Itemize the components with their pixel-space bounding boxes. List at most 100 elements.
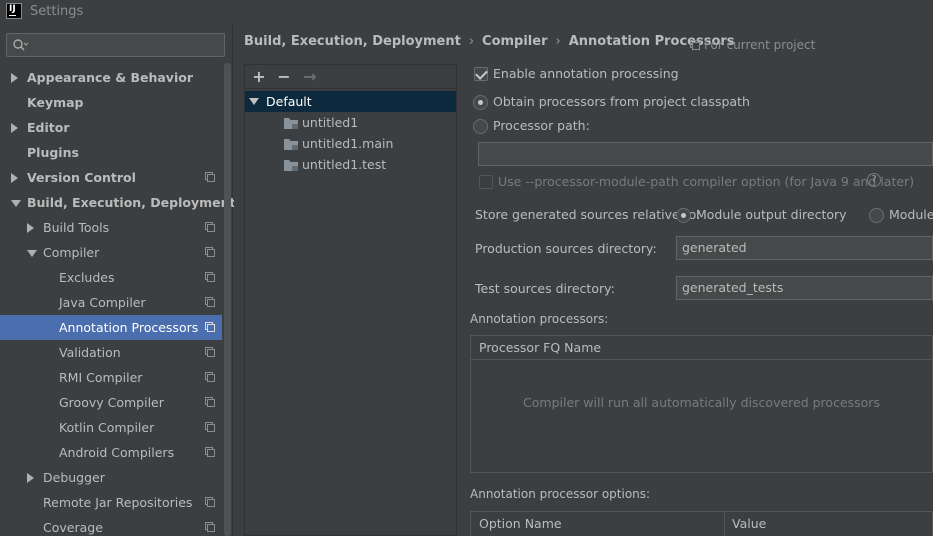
- sidebar-item-label: Java Compiler: [59, 295, 146, 310]
- production-dir-label: Production sources directory:: [475, 241, 657, 256]
- module-content-radio[interactable]: [869, 208, 884, 223]
- annotation-settings-form: Enable annotation processing Obtain proc…: [470, 64, 933, 536]
- sidebar-item-label: Build Tools: [43, 220, 110, 235]
- breadcrumb-item[interactable]: Compiler: [482, 34, 547, 49]
- add-profile-button[interactable]: +: [249, 67, 269, 87]
- test-dir-input[interactable]: generated_tests: [676, 276, 933, 300]
- store-relative-label: Store generated sources relative to:: [475, 207, 701, 222]
- sidebar-item[interactable]: Coverage: [0, 515, 222, 536]
- sidebar-scrollbar[interactable]: [224, 63, 231, 536]
- profile-module-label: untitled1.main: [302, 136, 394, 151]
- profile-module-item[interactable]: untitled1: [245, 112, 456, 133]
- sidebar-item[interactable]: Groovy Compiler: [0, 390, 222, 415]
- options-table[interactable]: Option Name Value: [470, 511, 933, 536]
- help-icon[interactable]: ?: [867, 173, 881, 187]
- sidebar-item[interactable]: Annotation Processors: [0, 315, 222, 340]
- profiles-list: Default untitled1 untitled1.main untitled1…: [245, 91, 456, 175]
- module-path-checkbox[interactable]: [479, 175, 493, 189]
- sidebar-item-label: Groovy Compiler: [59, 395, 164, 410]
- scope-indicator: For current project: [690, 38, 815, 52]
- sidebar-item[interactable]: Keymap: [0, 90, 222, 115]
- project-scope-icon: [205, 172, 215, 182]
- sidebar-item[interactable]: Validation: [0, 340, 222, 365]
- sidebar-item[interactable]: Build Tools: [0, 215, 222, 240]
- settings-sidebar: Appearance & Behavior Keymap Editor Plugins…: [0, 24, 235, 536]
- project-scope-icon: [205, 447, 215, 457]
- collapsed-arrow-icon[interactable]: [11, 173, 18, 183]
- profile-module-item[interactable]: untitled1.test: [245, 154, 456, 175]
- sidebar-item[interactable]: Remote Jar Repositories: [0, 490, 222, 515]
- sidebar-item[interactable]: Excludes: [0, 265, 222, 290]
- collapsed-arrow-icon[interactable]: [11, 73, 18, 83]
- module-folder-icon: [284, 118, 298, 129]
- processors-section-label: Annotation processors:: [470, 312, 609, 326]
- obtain-classpath-label: Obtain processors from project classpath: [493, 94, 750, 109]
- sidebar-item-label: Editor: [27, 120, 70, 135]
- sidebar-item-label: Excludes: [59, 270, 115, 285]
- sidebar-item[interactable]: Editor: [0, 115, 222, 140]
- enable-processing-checkbox[interactable]: [474, 67, 488, 81]
- value-header[interactable]: Value: [732, 512, 766, 536]
- sidebar-item[interactable]: Debugger: [0, 465, 222, 490]
- test-dir-label: Test sources directory:: [475, 281, 615, 296]
- breadcrumb: Build, Execution, Deployment › Compiler › An…: [244, 34, 735, 49]
- move-profile-button[interactable]: →: [300, 67, 320, 87]
- collapsed-arrow-icon[interactable]: [27, 223, 34, 233]
- sidebar-item[interactable]: Compiler: [0, 240, 222, 265]
- search-input[interactable]: [6, 33, 225, 57]
- sidebar-item[interactable]: Version Control: [0, 165, 222, 190]
- sidebar-item-label: RMI Compiler: [59, 370, 143, 385]
- sidebar-item[interactable]: RMI Compiler: [0, 365, 222, 390]
- processor-fq-name-header[interactable]: Processor FQ Name: [471, 336, 932, 360]
- module-folder-icon: [284, 139, 298, 150]
- profile-module-item[interactable]: untitled1.main: [245, 133, 456, 154]
- remove-profile-button[interactable]: −: [274, 67, 294, 87]
- sidebar-item-label: Appearance & Behavior: [27, 70, 193, 85]
- processor-path-input[interactable]: [478, 142, 933, 166]
- collapsed-arrow-icon[interactable]: [11, 123, 18, 133]
- sidebar-item[interactable]: Appearance & Behavior: [0, 65, 222, 90]
- project-scope-icon: [205, 247, 215, 257]
- project-scope-icon: [205, 372, 215, 382]
- sidebar-item[interactable]: Java Compiler: [0, 290, 222, 315]
- profile-default-label: Default: [266, 94, 312, 109]
- collapsed-arrow-icon[interactable]: [27, 473, 34, 483]
- collapse-arrow-icon[interactable]: [249, 98, 259, 105]
- profile-default[interactable]: Default: [245, 91, 456, 112]
- breadcrumb-item[interactable]: Build, Execution, Deployment: [244, 34, 461, 49]
- sidebar-item-label: Annotation Processors: [59, 320, 199, 335]
- module-output-label: Module output directory: [696, 207, 847, 222]
- sidebar-item-label: Plugins: [27, 145, 79, 160]
- profile-module-label: untitled1.test: [302, 157, 387, 172]
- sidebar-item[interactable]: Build, Execution, Deployment: [0, 190, 235, 215]
- production-dir-input[interactable]: generated: [676, 236, 933, 260]
- column-divider[interactable]: [724, 512, 725, 536]
- sidebar-item[interactable]: Plugins: [0, 140, 222, 165]
- expanded-arrow-icon[interactable]: [27, 250, 37, 257]
- sidebar-item-label: Kotlin Compiler: [59, 420, 155, 435]
- processor-path-radio[interactable]: [473, 119, 488, 134]
- scope-label: For current project: [704, 38, 816, 52]
- sidebar-item-label: Version Control: [27, 170, 136, 185]
- sidebar-item-label: Compiler: [43, 245, 100, 260]
- breadcrumb-separator: ›: [555, 34, 561, 49]
- sidebar-item[interactable]: Android Compilers: [0, 440, 222, 465]
- project-scope-icon: [205, 272, 215, 282]
- project-scope-icon: [205, 297, 215, 307]
- module-folder-icon: [284, 160, 298, 171]
- module-output-radio[interactable]: [676, 208, 691, 223]
- sidebar-item-label: Coverage: [43, 520, 103, 535]
- sidebar-item[interactable]: Kotlin Compiler: [0, 415, 222, 440]
- project-scope-icon: [205, 397, 215, 407]
- obtain-classpath-radio[interactable]: [473, 95, 488, 110]
- module-path-label: Use --processor-module-path compiler opt…: [498, 174, 915, 189]
- expanded-arrow-icon[interactable]: [11, 200, 21, 207]
- project-scope-icon: [205, 222, 215, 232]
- options-section-label: Annotation processor options:: [470, 487, 651, 501]
- processors-table[interactable]: Processor FQ Name Compiler will run all …: [470, 335, 933, 473]
- option-name-header[interactable]: Option Name: [479, 516, 562, 531]
- project-scope-icon: [205, 322, 215, 332]
- settings-tree: Appearance & Behavior Keymap Editor Plugins…: [0, 65, 235, 536]
- search-icon: [13, 39, 28, 51]
- enable-processing-label: Enable annotation processing: [493, 66, 679, 81]
